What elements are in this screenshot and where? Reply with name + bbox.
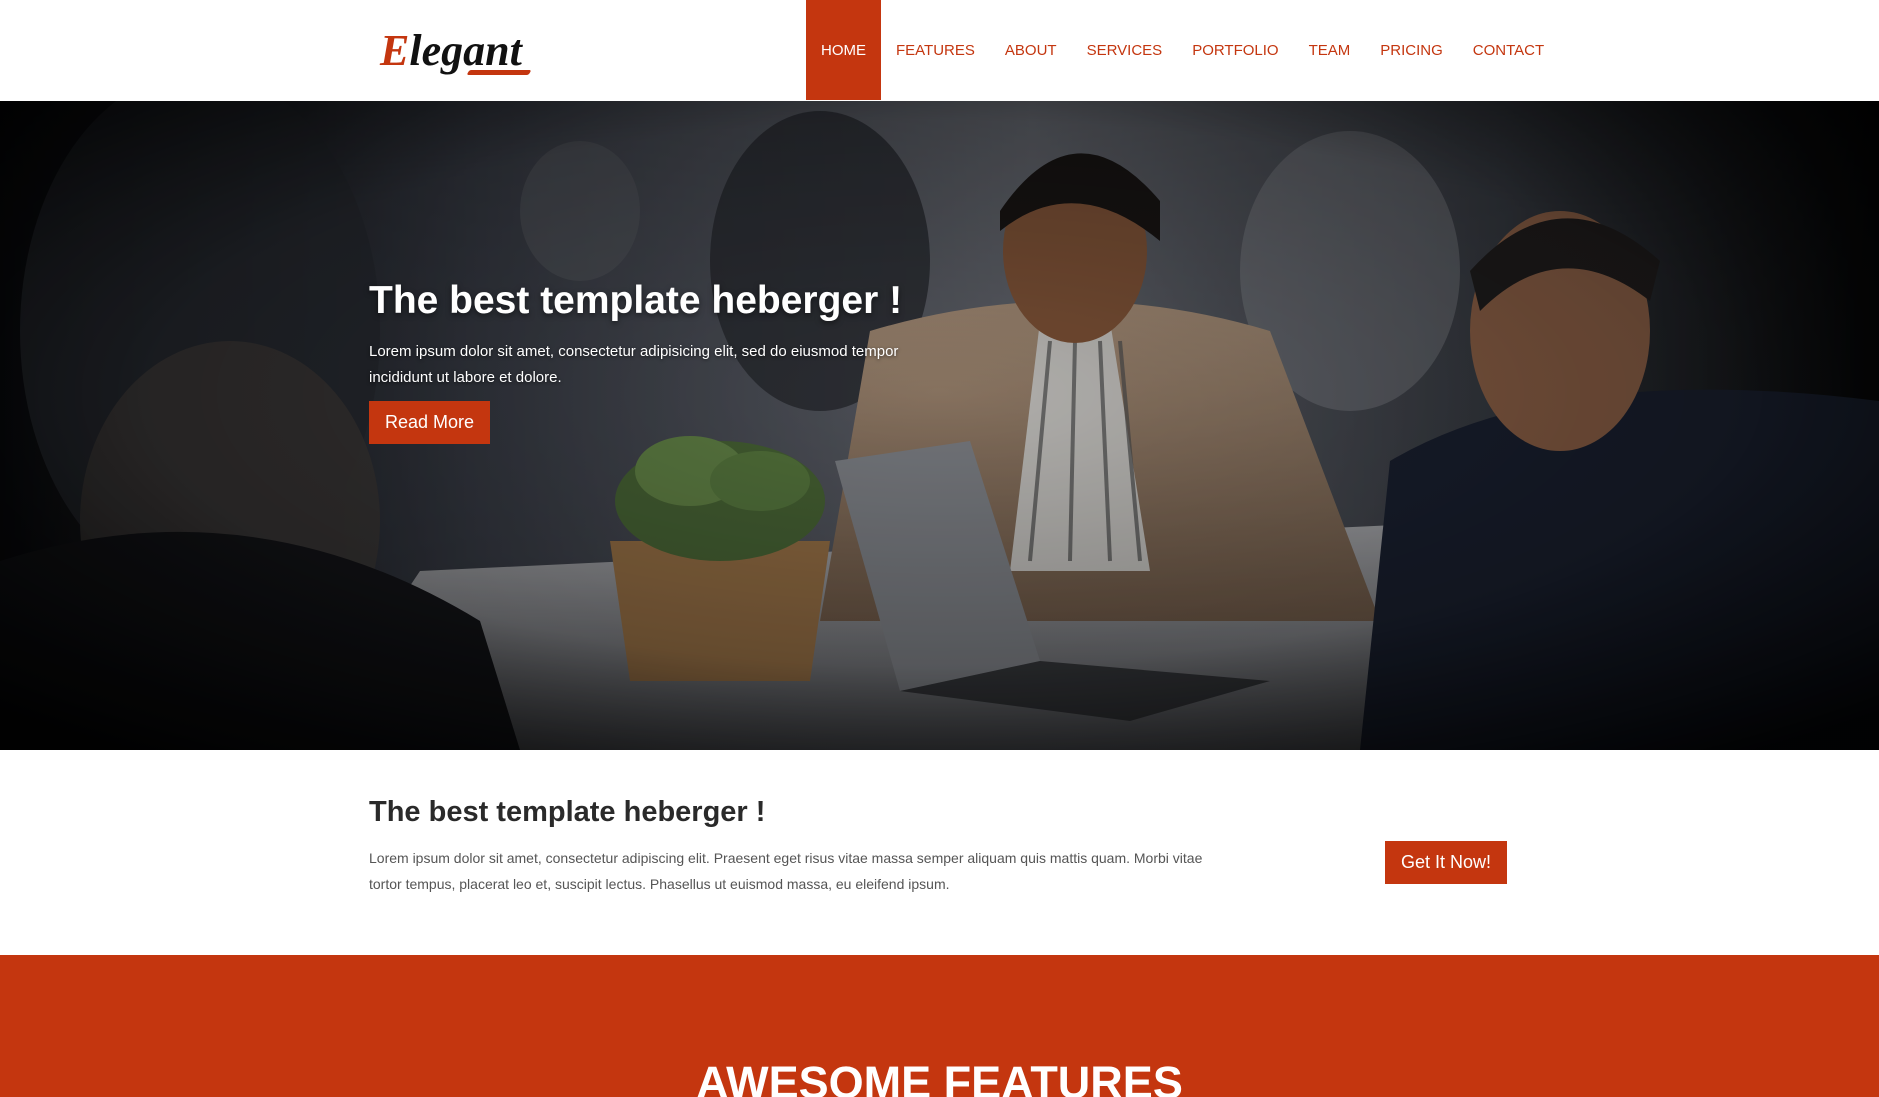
nav-item-about[interactable]: ABOUT — [990, 0, 1072, 100]
get-it-now-button[interactable]: Get It Now! — [1385, 841, 1508, 884]
hero-description: Lorem ipsum dolor sit amet, consectetur … — [369, 343, 899, 386]
nav-item-portfolio[interactable]: PORTFOLIO — [1177, 0, 1293, 100]
hero-section: The best template heberger ! Lorem ipsum… — [0, 101, 1879, 750]
nav-item-home[interactable]: HOME — [806, 0, 881, 100]
cta-description: Lorem ipsum dolor sit amet, consectetur … — [369, 850, 1203, 892]
hero-title: The best template heberger ! — [369, 279, 903, 322]
logo-swoosh — [466, 70, 532, 75]
read-more-button[interactable]: Read More — [369, 401, 491, 444]
site-header: Elegant HOME FEATURES ABOUT SERVICES POR… — [0, 0, 1879, 101]
nav-item-team[interactable]: TEAM — [1294, 0, 1366, 100]
cta-title: The best template heberger ! — [369, 796, 766, 828]
nav-item-features[interactable]: FEATURES — [881, 0, 990, 100]
hero-background-image — [0, 101, 1879, 750]
site-logo[interactable]: Elegant — [380, 22, 540, 80]
cta-section: The best template heberger ! Lorem ipsum… — [0, 750, 1879, 955]
logo-first-letter: E — [380, 26, 410, 75]
nav-item-contact[interactable]: CONTACT — [1458, 0, 1559, 100]
main-nav: HOME FEATURES ABOUT SERVICES PORTFOLIO T… — [806, 0, 1559, 100]
nav-item-services[interactable]: SERVICES — [1072, 0, 1178, 100]
features-title: AWESOME FEATURES — [696, 1057, 1183, 1097]
nav-item-pricing[interactable]: PRICING — [1365, 0, 1458, 100]
features-section: AWESOME FEATURES — [0, 955, 1879, 1097]
logo-rest: legant — [409, 26, 522, 75]
